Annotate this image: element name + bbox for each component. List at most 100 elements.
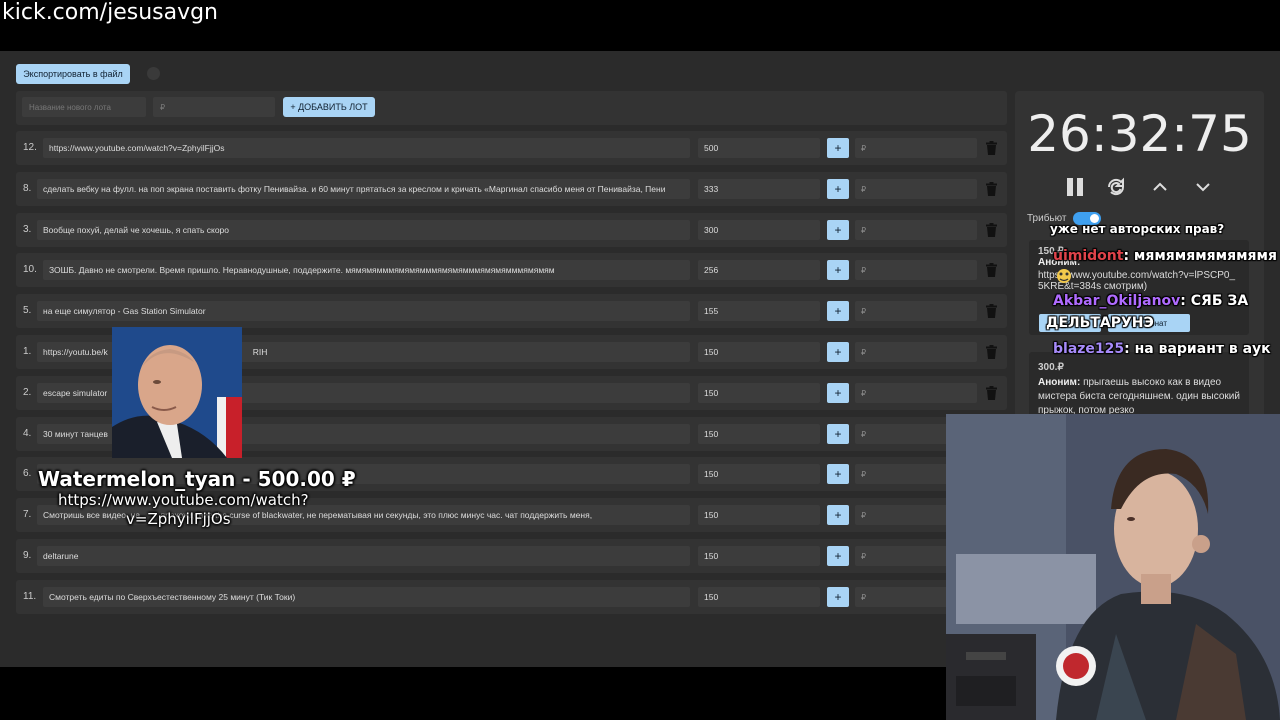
lot-name-text: на еще симулятор - Gas Station Simulator (43, 306, 206, 316)
lot-amount-input[interactable]: 155 (698, 301, 820, 321)
lot-add-amount-input[interactable]: ₽ (855, 301, 977, 321)
chat-message: Akbar_Okiljanov: СЯБ ЗА (1053, 293, 1248, 309)
lot-add-amount-button[interactable]: + (827, 260, 849, 280)
timer-display: 26:32:75 (1027, 105, 1252, 163)
pause-icon[interactable] (1063, 176, 1087, 198)
donation-author: Аноним: (1038, 377, 1081, 388)
lot-row: 12. https://www.youtube.com/watch?v=Zphyi… (16, 131, 1007, 165)
lot-add-amount-button[interactable]: + (827, 301, 849, 321)
lot-row: 3. Вообще похуй, делай че хочешь, я спать… (16, 213, 1007, 247)
lot-add-amount-button[interactable]: + (827, 138, 849, 158)
lot-name-input[interactable]: на еще симулятор - Gas Station Simulator (37, 301, 690, 321)
lot-amount-input[interactable]: 150 (698, 587, 820, 607)
lot-row: 5. на еще симулятор - Gas Station Simulat… (16, 294, 1007, 328)
lot-row: 9. deltarune 150 + ₽ (16, 539, 1007, 573)
trash-icon[interactable] (985, 263, 998, 277)
lot-add-amount-input[interactable]: ₽ (855, 260, 977, 280)
lot-amount-input[interactable]: 150 (698, 342, 820, 362)
chat-message: blaze125: на вариант в аук (1053, 341, 1271, 357)
chevron-up-icon[interactable] (1148, 176, 1172, 198)
lot-amount-input[interactable]: 150 (698, 546, 820, 566)
lot-add-amount-button[interactable]: + (827, 546, 849, 566)
lot-name-text: https://youtu.be/k (43, 347, 108, 357)
donation-alert-message: v=ZphyilFjjOs (126, 510, 231, 528)
lot-name-text: 30 минут танцев (43, 429, 108, 439)
trash-icon[interactable] (985, 182, 998, 196)
lot-add-amount-button[interactable]: + (827, 179, 849, 199)
lot-name-input[interactable]: ЗОШБ. Давно не смотрели. Время пришло. Н… (43, 260, 690, 280)
trash-icon[interactable] (985, 304, 998, 318)
lot-row: 11. Смотреть едиты по Сверхъестественному… (16, 580, 1007, 614)
lot-number: 10. (23, 264, 37, 275)
lot-number: 7. (23, 509, 32, 520)
new-lot-name-input[interactable]: Название нового лота (22, 97, 146, 117)
lot-add-amount-input[interactable]: ₽ (855, 220, 977, 240)
lot-amount-input[interactable]: 500 (698, 138, 820, 158)
lot-amount-input[interactable]: 150 (698, 424, 820, 444)
export-button[interactable]: Экспортировать в файл (16, 64, 130, 84)
lot-add-amount-button[interactable]: + (827, 342, 849, 362)
chat-message: uimidont: мямямямямямямя (1053, 248, 1277, 264)
alert-image (112, 327, 242, 458)
trash-icon[interactable] (985, 386, 998, 400)
lot-number: 8. (23, 183, 32, 194)
chevron-down-icon[interactable] (1191, 176, 1215, 198)
lot-number: 6. (23, 468, 32, 479)
lot-number: 1. (23, 346, 32, 357)
donation-alert-title: Watermelon_tyan - 500.00 ₽ (38, 467, 356, 491)
lot-name-text: RIH (252, 347, 268, 357)
add-lot-button[interactable]: + ДОБАВИТЬ ЛОТ (283, 97, 375, 117)
lot-name-input[interactable]: https://www.youtube.com/watch?v=ZphyilFj… (43, 138, 690, 158)
chat-message: ДЕЛЬТАРУНЭ (1046, 315, 1154, 331)
donation-card: 300.₽ Аноним: прыгаешь высоко как в виде… (1029, 352, 1249, 422)
chat-username: Akbar_Okiljanov (1053, 293, 1181, 309)
lot-amount-input[interactable]: 256 (698, 260, 820, 280)
lot-name-text: https://www.youtube.com/watch?v=ZphyilFj… (49, 143, 225, 153)
browser-url: kick.com/jesusavgn (2, 0, 219, 25)
lot-name-text: ЗОШБ. Давно не смотрели. Время пришло. Н… (49, 265, 555, 275)
webcam-feed (946, 414, 1280, 720)
donation-amount: 300.₽ (1038, 362, 1064, 373)
chat-text: : СЯБ ЗА (1180, 293, 1249, 309)
lot-add-amount-button[interactable]: + (827, 383, 849, 403)
lot-row: 8. сделать вебку на фулл. на поп экрана п… (16, 172, 1007, 206)
stream-frame: kick.com/jesusavgn Экспортировать в файл… (0, 0, 1280, 720)
lot-number: 5. (23, 305, 32, 316)
lot-name-text: escape simulator (43, 388, 108, 398)
lot-name-input[interactable]: сделать вебку на фулл. на поп экрана пос… (37, 179, 690, 199)
lot-add-amount-input[interactable]: ₽ (855, 342, 977, 362)
lot-amount-input[interactable]: 300 (698, 220, 820, 240)
chat-text: : на вариант в аук (1124, 341, 1271, 357)
lot-amount-input[interactable]: 333 (698, 179, 820, 199)
lot-add-amount-input[interactable]: ₽ (855, 138, 977, 158)
trash-icon[interactable] (985, 141, 998, 155)
reset-icon[interactable] (1104, 176, 1128, 198)
lot-number: 2. (23, 387, 32, 398)
lot-add-amount-button[interactable]: + (827, 587, 849, 607)
lot-row: 10. ЗОШБ. Давно не смотрели. Время пришло… (16, 253, 1007, 287)
lot-name-input[interactable]: Смотреть едиты по Сверхъестественному 25… (43, 587, 690, 607)
lot-amount-input[interactable]: 150 (698, 383, 820, 403)
lot-name-input[interactable]: deltarune (37, 546, 690, 566)
loading-icon (147, 67, 160, 80)
new-lot-amount-input[interactable]: ₽ (153, 97, 275, 117)
lot-number: 4. (23, 428, 32, 439)
donation-alert-message: https://www.youtube.com/watch? (58, 491, 309, 509)
trash-icon[interactable] (985, 223, 998, 237)
lot-name-input[interactable]: Вообще похуй, делай че хочешь, я спать с… (37, 220, 690, 240)
chat-username: uimidont (1053, 248, 1124, 264)
lot-amount-input[interactable]: 150 (698, 464, 820, 484)
lot-add-amount-button[interactable]: + (827, 464, 849, 484)
lot-add-amount-button[interactable]: + (827, 505, 849, 525)
lot-amount-input[interactable]: 150 (698, 505, 820, 525)
chat-message: уже нет авторских прав? (1050, 222, 1225, 236)
lot-add-amount-input[interactable]: ₽ (855, 179, 977, 199)
trash-icon[interactable] (985, 345, 998, 359)
lot-add-amount-button[interactable]: + (827, 220, 849, 240)
lot-name-text: Вообще похуй, делай че хочешь, я спать с… (43, 225, 230, 235)
lot-name-text: сделать вебку на фулл. на поп экрана пос… (43, 184, 666, 194)
lot-number: 11. (23, 591, 37, 602)
lot-add-amount-button[interactable]: + (827, 424, 849, 444)
lot-add-amount-input[interactable]: ₽ (855, 383, 977, 403)
lot-name-text: Смотреть едиты по Сверхъестественному 25… (49, 592, 296, 602)
